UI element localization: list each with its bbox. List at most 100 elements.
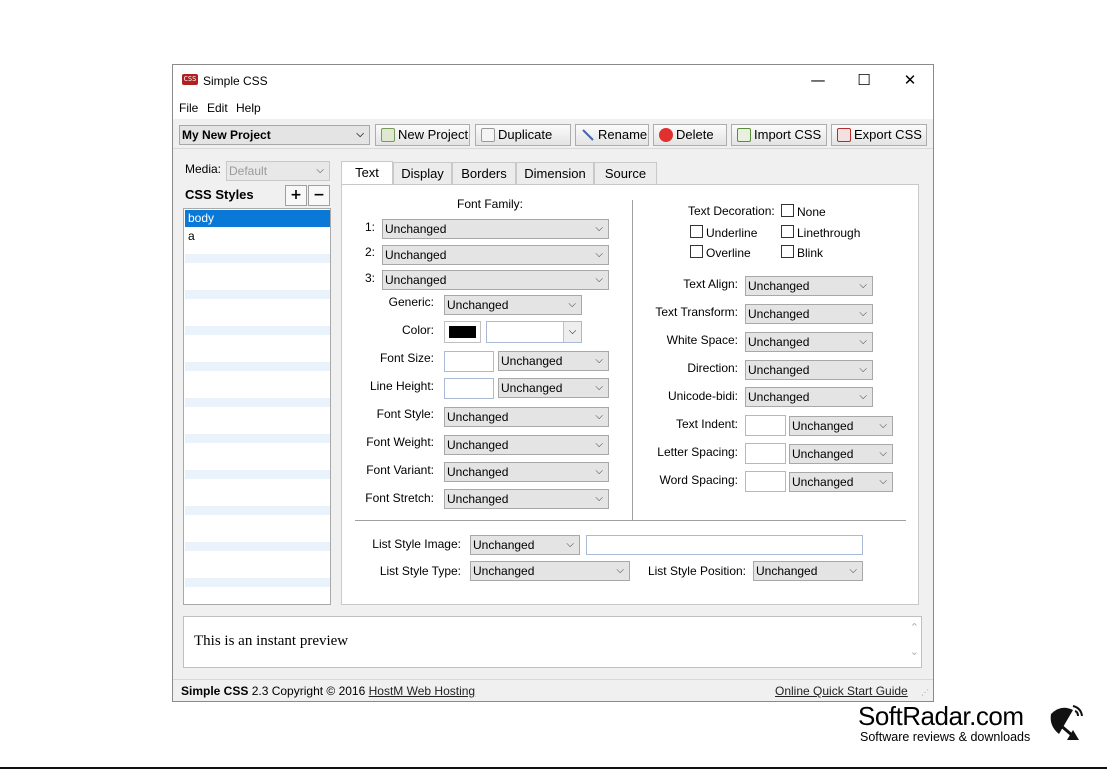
color-select[interactable]: ⌵ bbox=[486, 321, 582, 343]
text-align-label: Text Align: bbox=[683, 277, 738, 291]
font-variant-select[interactable]: Unchanged ⌵ bbox=[444, 462, 609, 482]
import-css-button[interactable]: Import CSS bbox=[731, 124, 827, 146]
export-css-button[interactable]: Export CSS bbox=[831, 124, 927, 146]
direction-select[interactable]: Unchanged ⌵ bbox=[745, 360, 873, 380]
font-weight-select[interactable]: Unchanged ⌵ bbox=[444, 435, 609, 455]
resize-grip-icon[interactable]: ⋰ bbox=[921, 688, 929, 697]
font-stretch-select[interactable]: Unchanged ⌵ bbox=[444, 489, 609, 509]
word-spacing-input[interactable] bbox=[745, 471, 786, 492]
toolbar: My New Project ⌵ New Project Duplicate R… bbox=[173, 119, 933, 149]
maximize-button[interactable]: ☐ bbox=[841, 65, 887, 95]
minimize-button[interactable]: — bbox=[795, 65, 841, 95]
list-style-type-select[interactable]: Unchanged ⌵ bbox=[470, 561, 630, 581]
font-family-3-value: Unchanged bbox=[385, 273, 447, 287]
decoration-none-checkbox[interactable] bbox=[781, 204, 794, 217]
list-item-a[interactable]: a bbox=[185, 228, 330, 245]
remove-style-button[interactable]: − bbox=[308, 185, 330, 206]
letter-spacing-label: Letter Spacing: bbox=[657, 445, 738, 459]
close-button[interactable]: ✕ bbox=[887, 65, 933, 95]
duplicate-icon bbox=[481, 128, 495, 142]
decoration-blink-label: Blink bbox=[797, 246, 824, 260]
tab-display[interactable]: Display bbox=[393, 162, 452, 184]
decoration-overline-checkbox[interactable] bbox=[690, 245, 703, 258]
hostm-link[interactable]: HostM Web Hosting bbox=[369, 684, 475, 698]
text-decoration-label: Text Decoration: bbox=[688, 204, 775, 218]
list-style-image-value: Unchanged bbox=[473, 538, 535, 552]
menu-edit[interactable]: Edit bbox=[207, 101, 228, 115]
decoration-blink-checkbox[interactable] bbox=[781, 245, 794, 258]
text-indent-input[interactable] bbox=[745, 415, 786, 436]
text-transform-select[interactable]: Unchanged ⌵ bbox=[745, 304, 873, 324]
font-style-select[interactable]: Unchanged ⌵ bbox=[444, 407, 609, 427]
list-divider bbox=[355, 520, 906, 521]
font-size-label: Font Size: bbox=[379, 351, 434, 365]
import-css-label: Import CSS bbox=[754, 127, 822, 142]
tab-dimension[interactable]: Dimension bbox=[516, 162, 594, 184]
chevron-down-icon: ⌵ bbox=[849, 565, 857, 576]
font-style-label: Font Style: bbox=[376, 407, 434, 421]
unicode-bidi-value: Unchanged bbox=[748, 390, 810, 404]
add-style-button[interactable]: + bbox=[285, 185, 307, 206]
white-space-select[interactable]: Unchanged ⌵ bbox=[745, 332, 873, 352]
project-select[interactable]: My New Project ⌵ bbox=[179, 125, 370, 145]
word-spacing-unit-select[interactable]: Unchanged ⌵ bbox=[789, 472, 893, 492]
rename-button[interactable]: Rename bbox=[575, 124, 649, 146]
font-family-1-select[interactable]: Unchanged ⌵ bbox=[382, 219, 609, 239]
chevron-down-icon: ⌵ bbox=[595, 439, 603, 450]
quick-start-guide-link[interactable]: Online Quick Start Guide bbox=[775, 684, 908, 698]
scroll-up-icon[interactable]: ⌃ bbox=[910, 621, 919, 634]
delete-button[interactable]: Delete bbox=[653, 124, 727, 146]
text-align-select[interactable]: Unchanged ⌵ bbox=[745, 276, 873, 296]
decoration-linethrough-checkbox[interactable] bbox=[781, 225, 794, 238]
menu-file[interactable]: File bbox=[179, 101, 198, 115]
chevron-down-icon: ⌵ bbox=[595, 411, 603, 422]
color-label: Color: bbox=[401, 323, 434, 337]
font-size-unit-select[interactable]: Unchanged ⌵ bbox=[498, 351, 609, 371]
column-divider bbox=[632, 200, 633, 520]
list-item-body[interactable]: body bbox=[185, 210, 330, 227]
generic-select[interactable]: Unchanged ⌵ bbox=[444, 295, 582, 315]
list-style-image-url-input[interactable] bbox=[586, 535, 863, 555]
direction-value: Unchanged bbox=[748, 363, 810, 377]
font-family-3-select[interactable]: Unchanged ⌵ bbox=[382, 270, 609, 290]
app-css-icon: CSS bbox=[182, 74, 198, 85]
letter-spacing-input[interactable] bbox=[745, 443, 786, 464]
unicode-bidi-select[interactable]: Unchanged ⌵ bbox=[745, 387, 873, 407]
list-style-image-select[interactable]: Unchanged ⌵ bbox=[470, 535, 580, 555]
color-swatch[interactable] bbox=[444, 321, 481, 343]
duplicate-button[interactable]: Duplicate bbox=[475, 124, 571, 146]
list-style-type-label: List Style Type: bbox=[379, 564, 461, 578]
list-style-position-select[interactable]: Unchanged ⌵ bbox=[753, 561, 863, 581]
chevron-down-icon: ⌵ bbox=[859, 391, 867, 402]
scroll-down-icon[interactable]: ⌄ bbox=[910, 645, 919, 658]
text-transform-value: Unchanged bbox=[748, 307, 810, 321]
chevron-down-icon: ⌵ bbox=[859, 336, 867, 347]
line-height-unit-select[interactable]: Unchanged ⌵ bbox=[498, 378, 609, 398]
font-family-2-select[interactable]: Unchanged ⌵ bbox=[382, 245, 609, 265]
export-icon bbox=[837, 128, 851, 142]
satellite-dish-icon bbox=[1050, 705, 1083, 740]
text-tab-panel: Font Family: 1: Unchanged ⌵ 2: Unchanged ⌵… bbox=[341, 184, 919, 605]
line-height-input[interactable] bbox=[444, 378, 494, 399]
rename-label: Rename bbox=[598, 127, 648, 142]
media-select-value: Default bbox=[229, 164, 268, 178]
decoration-underline-checkbox[interactable] bbox=[690, 225, 703, 238]
tab-text[interactable]: Text bbox=[341, 161, 393, 185]
tab-borders[interactable]: Borders bbox=[452, 162, 516, 184]
new-project-button[interactable]: New Project bbox=[375, 124, 470, 146]
letter-spacing-unit-select[interactable]: Unchanged ⌵ bbox=[789, 444, 893, 464]
status-text: Simple CSS 2.3 Copyright © 2016 HostM We… bbox=[181, 684, 475, 698]
tab-source[interactable]: Source bbox=[594, 162, 657, 184]
softradar-watermark: SoftRadar.com Software reviews & downloa… bbox=[858, 701, 1048, 745]
direction-label: Direction: bbox=[687, 361, 738, 375]
font-size-unit-value: Unchanged bbox=[501, 354, 563, 368]
font-size-input[interactable] bbox=[444, 351, 494, 372]
text-indent-unit-select[interactable]: Unchanged ⌵ bbox=[789, 416, 893, 436]
duplicate-label: Duplicate bbox=[498, 127, 553, 142]
chevron-down-icon: ⌵ bbox=[879, 420, 887, 431]
menu-help[interactable]: Help bbox=[236, 101, 261, 115]
text-indent-label: Text Indent: bbox=[675, 417, 738, 431]
chevron-down-icon: ⌵ bbox=[595, 493, 603, 504]
color-swatch-fill bbox=[449, 326, 476, 338]
media-select[interactable]: Default ⌵ bbox=[226, 161, 330, 181]
